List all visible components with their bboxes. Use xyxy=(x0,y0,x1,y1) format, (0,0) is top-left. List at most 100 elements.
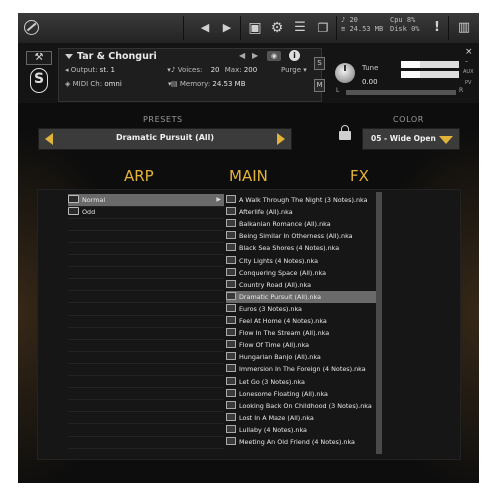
rack-view-icon[interactable]: ☰ xyxy=(289,17,311,39)
row-divider xyxy=(68,205,224,207)
instrument-header: ⚒ S Tar & Chonguri ◀ ▶ ◉ i ◂ Output: st.… xyxy=(18,43,479,103)
folder-icon xyxy=(68,207,79,216)
file-item[interactable]: Lonesome Floating (All).nka xyxy=(226,388,376,400)
tab-arp[interactable]: ARP xyxy=(124,167,154,185)
row-divider xyxy=(68,290,224,292)
file-label: Country Road (All).nka xyxy=(239,280,311,289)
mute-button[interactable]: M xyxy=(314,79,325,92)
row-divider xyxy=(68,314,224,316)
voices-row: ♪ Voices: 20 Max: 200 xyxy=(171,66,258,74)
tune-knob[interactable] xyxy=(335,63,355,83)
folder-label: Odd xyxy=(82,208,96,217)
host-toolbar: ◀ ▶ ▣ ⚙ ☰ ❐ ♪ 20 ≡ 24.53 MB Cpu 8% Disk … xyxy=(18,13,479,44)
gear-icon[interactable]: ⚙ xyxy=(266,17,288,39)
kontakt-logo-icon xyxy=(24,20,39,35)
minimize-view-icon[interactable]: ❐ xyxy=(312,17,334,39)
file-item[interactable]: Looking Back On Childhood (3 Notes).nka xyxy=(226,400,376,412)
prev-arrow-icon[interactable]: ◀ xyxy=(194,17,216,39)
row-divider xyxy=(68,338,224,340)
folder-icon xyxy=(68,195,79,203)
tab-main[interactable]: MAIN xyxy=(229,167,268,185)
file-label: Flow Of Time (All).nka xyxy=(239,341,310,350)
file-scrollbar[interactable] xyxy=(376,192,382,454)
file-icon xyxy=(226,424,236,433)
tune-value[interactable]: 0.00 xyxy=(362,78,378,86)
tab-fx[interactable]: FX xyxy=(350,167,369,185)
keyboard-view-icon[interactable]: ▥ xyxy=(453,17,475,39)
row-divider xyxy=(68,411,224,413)
warning-icon[interactable]: ! xyxy=(426,17,448,39)
collapse-icon[interactable]: – xyxy=(465,58,468,65)
file-item[interactable]: Black Sea Shores (4 Notes).nka xyxy=(226,242,376,254)
file-item[interactable]: Conquering Space (All).nka xyxy=(226,267,376,279)
file-icon xyxy=(226,316,236,324)
file-label: Meeting An Old Friend (4 Notes).nka xyxy=(239,438,355,446)
file-label: Black Sea Shores (4 Notes).nka xyxy=(239,244,340,253)
color-name: 05 - Wide Open xyxy=(371,134,436,143)
folder-item[interactable]: Normal ▶ xyxy=(68,194,224,206)
output-row[interactable]: ◂ Output: st. 1 ▾ xyxy=(65,66,171,74)
file-label: Let Go (3 Notes).nka xyxy=(239,377,305,386)
purge-menu[interactable]: Purge ▾ xyxy=(281,66,307,74)
file-item[interactable]: Flow In The Stream (All).nka xyxy=(226,327,376,339)
presets-label: PRESETS xyxy=(143,115,183,124)
row-divider xyxy=(68,254,224,255)
file-item[interactable]: Country Road (All).nka xyxy=(226,279,376,291)
save-disk-icon[interactable]: ▣ xyxy=(244,17,266,39)
folder-item[interactable]: Odd xyxy=(68,206,224,218)
preset-next-icon[interactable] xyxy=(277,133,285,145)
file-item[interactable]: Let Go (3 Notes).nka xyxy=(226,376,376,388)
file-item[interactable]: Hungarian Banjo (All).nka xyxy=(226,351,376,363)
file-icon xyxy=(226,412,236,421)
instrument-prev-icon[interactable]: ◀ xyxy=(239,51,245,60)
file-item[interactable]: Afterlife (All).nka xyxy=(226,206,376,218)
instrument-name[interactable]: Tar & Chonguri xyxy=(77,51,157,62)
file-icon xyxy=(226,303,236,312)
instrument-next-icon[interactable]: ▶ xyxy=(252,51,258,60)
close-icon[interactable]: × xyxy=(465,47,473,57)
file-label: Dramatic Pursuit (All).nka xyxy=(239,292,322,301)
row-divider xyxy=(68,278,224,280)
file-icon xyxy=(226,388,236,397)
file-item[interactable]: Balkanian Romance (All).nka xyxy=(226,218,376,230)
file-label: Balkanian Romance (All).nka xyxy=(239,220,331,229)
pan-slider[interactable] xyxy=(346,90,456,95)
file-item[interactable]: Lost In A Maze (All).nka xyxy=(226,412,376,424)
tune-label: Tune xyxy=(362,64,379,72)
camera-icon[interactable]: ◉ xyxy=(267,51,281,61)
color-selector[interactable]: 05 - Wide Open xyxy=(362,128,460,150)
color-label: COLOR xyxy=(393,115,424,124)
file-item[interactable]: City Lights (4 Notes).nka xyxy=(226,255,376,267)
file-item[interactable]: A Walk Through The Night (3 Notes).nka xyxy=(226,194,376,206)
solo-button[interactable]: S xyxy=(314,57,325,70)
file-label: Being Similar In Otherness (All).nka xyxy=(239,232,353,241)
file-item[interactable]: Meeting An Old Friend (4 Notes).nka xyxy=(226,436,376,448)
file-item[interactable]: Immersion In The Foreign (4 Notes).nka xyxy=(226,363,376,375)
file-label: Lullaby (4 Notes).nka xyxy=(239,425,307,434)
info-icon[interactable]: i xyxy=(289,50,300,61)
file-item[interactable]: Flow Of Time (All).nka xyxy=(226,339,376,351)
collapse-triangle-icon[interactable] xyxy=(65,54,73,59)
pv-label[interactable]: PV xyxy=(465,80,471,86)
midi-row[interactable]: ◈ MIDI Ch: omni ▾ xyxy=(65,80,172,88)
file-icon xyxy=(226,255,236,264)
file-label: Feel At Home (4 Notes).nka xyxy=(239,317,327,325)
file-icon xyxy=(226,267,236,276)
file-label: Lost In A Maze (All).nka xyxy=(239,413,314,422)
file-item[interactable]: Feel At Home (4 Notes).nka xyxy=(226,315,376,327)
file-icon xyxy=(226,219,236,228)
lock-icon[interactable] xyxy=(339,125,351,140)
memory-icon: ≡ xyxy=(341,25,346,33)
row-divider xyxy=(68,241,224,243)
wrench-icon[interactable]: ⚒ xyxy=(26,51,52,65)
aux-label[interactable]: AUX xyxy=(463,69,474,75)
preset-selector[interactable]: Dramatic Pursuit (All) xyxy=(38,128,292,150)
next-arrow-icon[interactable]: ▶ xyxy=(216,17,238,39)
file-item[interactable]: Euros (3 Notes).nka xyxy=(226,303,376,315)
row-divider xyxy=(68,435,224,437)
row-divider xyxy=(68,217,224,219)
file-item[interactable]: Being Similar In Otherness (All).nka xyxy=(226,230,376,242)
file-item[interactable]: Lullaby (4 Notes).nka xyxy=(226,424,376,436)
file-item[interactable]: Dramatic Pursuit (All).nka xyxy=(226,290,376,303)
host-cpu-stat: Cpu 8% Disk 0% xyxy=(390,16,420,33)
